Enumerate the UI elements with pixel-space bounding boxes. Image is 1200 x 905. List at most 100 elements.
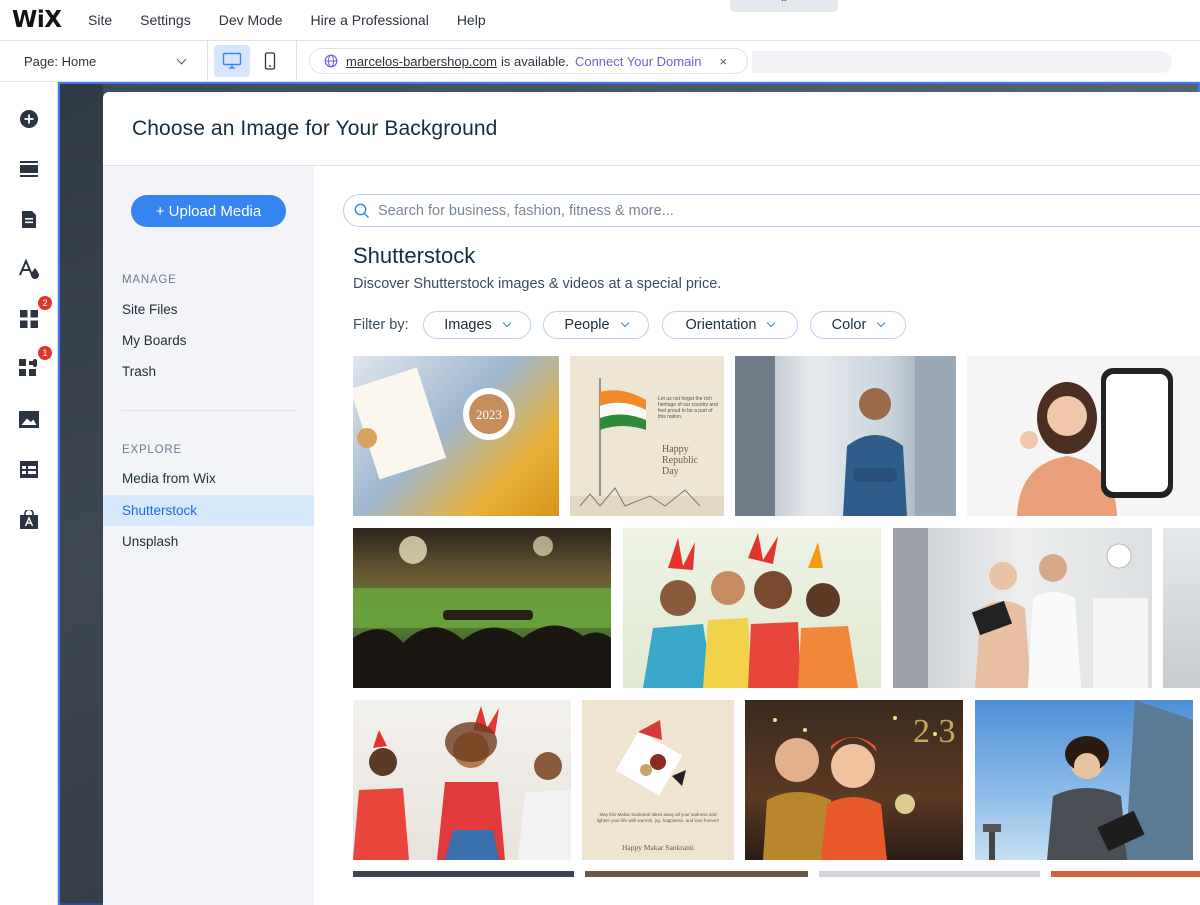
left-toolbar: 2 1 <box>0 82 58 905</box>
app-market-tool[interactable] <box>17 507 41 531</box>
connect-domain-link[interactable]: Connect Your Domain <box>575 54 701 69</box>
site-design-tool[interactable] <box>17 257 41 281</box>
background-image-modal: Choose an Image for Your Background + Up… <box>103 92 1200 905</box>
nav-trash[interactable]: Trash <box>103 356 314 387</box>
thumb-art: Let us not forget the rich heritage of o… <box>570 378 724 516</box>
page-icon <box>22 210 36 228</box>
business-tool[interactable]: 1 <box>17 346 52 381</box>
media-tool[interactable] <box>17 407 41 431</box>
nav-unsplash[interactable]: Unsplash <box>103 526 314 557</box>
upload-media-button[interactable]: + Upload Media <box>131 195 286 227</box>
nav-my-boards[interactable]: My Boards <box>103 325 314 356</box>
nav-divider <box>121 410 297 411</box>
image-thumb-row4-4[interactable] <box>1051 871 1200 877</box>
filter-color-label: Color <box>831 317 867 333</box>
apps-grid-icon <box>20 310 38 328</box>
modal-title: Choose an Image for Your Background <box>132 116 498 140</box>
image-thumb-partial[interactable] <box>1163 528 1200 688</box>
pages-tool[interactable] <box>17 207 41 231</box>
section-title: Shutterstock <box>353 243 476 268</box>
domain-availability-text: is available. <box>501 53 569 69</box>
page-select-label: Page: Home <box>24 53 97 69</box>
image-thumb-row4-2[interactable] <box>585 871 808 877</box>
mobile-view-button[interactable] <box>252 45 288 77</box>
image-thumb-elderly-couple[interactable]: 2 3 <box>745 700 963 860</box>
thumb-republic-title: Happy Republic Day <box>662 444 699 477</box>
image-thumb-woman-phone[interactable] <box>967 356 1200 516</box>
menu-site[interactable]: Site <box>88 12 112 28</box>
apps-badge: 2 <box>38 296 52 310</box>
image-thumb-republic-day[interactable]: Let us not forget the rich heritage of o… <box>570 356 724 516</box>
media-search-input[interactable]: Search for business, fashion, fitness & … <box>343 194 1200 227</box>
filter-people-label: People <box>564 317 610 333</box>
page-select[interactable]: Page: Home <box>0 41 208 81</box>
thumb-year-text: 2023 <box>476 407 502 422</box>
nav-shutterstock[interactable]: Shutterstock <box>103 495 314 526</box>
collapse-toolbar-tab[interactable]: ⌃ <box>730 0 838 12</box>
market-bag-icon <box>20 509 38 529</box>
thumb-art: 2 3 <box>763 713 956 860</box>
thumb-art <box>353 706 571 860</box>
plus-circle-icon <box>20 110 38 128</box>
globe-icon <box>324 54 338 68</box>
domain-banner: marcelos-barbershop.com is available. Co… <box>309 48 749 74</box>
nav-site-files[interactable]: Site Files <box>103 294 314 325</box>
thumb-art <box>983 700 1193 860</box>
apps-tool[interactable]: 2 <box>17 296 52 331</box>
filter-orientation[interactable]: Orientation <box>662 311 798 339</box>
chevron-down-icon <box>767 318 776 328</box>
chevron-down-icon <box>620 318 629 328</box>
search-placeholder: Search for business, fashion, fitness & … <box>378 202 674 219</box>
chevron-down-icon <box>877 318 886 328</box>
section-description: Discover Shutterstock images & videos at… <box>353 276 722 292</box>
image-thumb-doctor-patient[interactable] <box>893 528 1152 688</box>
theme-icon <box>19 259 39 279</box>
image-thumb-row4-3[interactable] <box>819 871 1040 877</box>
nav-media-from-wix[interactable]: Media from Wix <box>103 463 314 494</box>
domain-url-link[interactable]: marcelos-barbershop.com <box>346 54 497 69</box>
chevron-down-icon <box>502 318 512 328</box>
image-thumb-makar-sankranti[interactable]: May this Makar Sankranti takes away all … <box>582 700 734 860</box>
business-badge: 1 <box>38 346 52 360</box>
filter-orientation-label: Orientation <box>685 317 757 333</box>
shutterstock-content: Search for business, fashion, fitness & … <box>314 166 1200 905</box>
wix-logo[interactable]: WiX <box>0 7 88 33</box>
image-thumb-dancing-women[interactable] <box>353 700 571 860</box>
sections-icon <box>20 161 38 177</box>
media-side-panel: + Upload Media MANAGE Site Files My Boar… <box>103 166 314 905</box>
canvas-dim-overlay <box>60 84 103 905</box>
filter-images[interactable]: Images <box>423 311 531 339</box>
sections-tool[interactable] <box>17 157 41 181</box>
chevron-down-icon <box>176 54 187 64</box>
filter-color[interactable]: Color <box>810 311 906 339</box>
menu-help[interactable]: Help <box>457 12 486 28</box>
thumb-year-deco: 2 3 <box>913 713 956 750</box>
thumb-art: May this Makar Sankranti takes away all … <box>597 720 719 852</box>
thumb-art: 2023 <box>353 367 515 480</box>
image-thumb-businesswoman-tablet[interactable] <box>975 700 1193 860</box>
close-icon[interactable]: × <box>719 54 727 69</box>
image-thumb-row4-1[interactable] <box>353 871 574 877</box>
image-thumb-businessman-city[interactable] <box>735 356 956 516</box>
cms-tool[interactable] <box>17 457 41 481</box>
filter-by-label: Filter by: <box>353 317 409 333</box>
image-thumb-carnival-friends[interactable] <box>623 528 881 688</box>
thumb-art <box>735 356 956 516</box>
menu-dev-mode[interactable]: Dev Mode <box>219 12 283 28</box>
image-thumb-coffee-2023[interactable]: 2023 <box>353 356 559 516</box>
filter-images-label: Images <box>444 317 492 333</box>
top-bar: WiX Site Settings Dev Mode Hire a Profes… <box>0 0 1200 41</box>
menu-settings[interactable]: Settings <box>140 12 191 28</box>
menu-hire-professional[interactable]: Hire a Professional <box>311 12 429 28</box>
add-elements-tool[interactable] <box>17 107 41 131</box>
desktop-view-button[interactable] <box>214 45 250 77</box>
device-switcher <box>208 41 297 81</box>
image-thumb-stadium-fans[interactable] <box>353 528 611 688</box>
thumb-republic-caption: Let us not forget the rich heritage of o… <box>658 396 718 420</box>
filter-people[interactable]: People <box>543 311 649 339</box>
thumb-art <box>893 528 1148 688</box>
table-icon <box>20 460 38 478</box>
thumb-sankranti-title: Happy Makar Sankranti <box>622 843 694 852</box>
mobile-icon <box>264 52 276 70</box>
desktop-icon <box>222 52 242 69</box>
